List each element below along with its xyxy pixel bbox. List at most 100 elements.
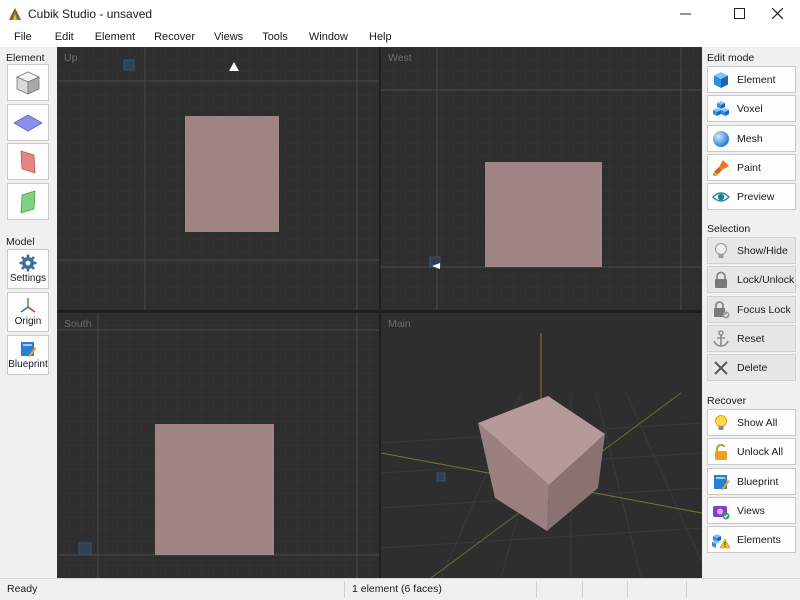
minimize-icon — [679, 13, 691, 15]
cube-element-tool[interactable] — [7, 64, 49, 101]
show-all-button[interactable]: Show All — [707, 409, 796, 436]
left-toolbox: Element Model Settings Origin Blueprint — [0, 47, 56, 578]
lock-unlock-label: Lock/Unlock — [737, 273, 795, 286]
status-ready-text: Ready — [7, 583, 38, 595]
gear-icon — [19, 254, 37, 272]
menu-bar: File Edit Element Recover Views Tools Wi… — [0, 27, 800, 47]
red-face-icon — [20, 149, 36, 174]
edit-mode-title: Edit mode — [707, 52, 755, 64]
lightbulb-off-icon — [715, 242, 727, 258]
sphere-icon — [713, 130, 729, 147]
viewport-south[interactable]: South — [57, 313, 379, 578]
viewport-divider-horizontal[interactable] — [57, 310, 702, 313]
menu-file[interactable]: File — [0, 27, 41, 47]
focus-lock-button[interactable]: Focus Lock — [707, 296, 796, 323]
status-separator — [536, 581, 537, 598]
unlock-all-button[interactable]: Unlock All — [707, 438, 796, 465]
paint-mode-button[interactable]: Paint — [707, 154, 796, 181]
preview-mode-label: Preview — [737, 190, 775, 203]
status-separator — [686, 581, 687, 598]
viewport-south-label: South — [64, 318, 92, 330]
app-logo-icon — [9, 7, 21, 20]
blueprint-icon — [714, 474, 730, 490]
maximize-icon — [733, 8, 745, 19]
blueprint-tool[interactable]: Blueprint — [7, 335, 49, 375]
viewport-up-label: Up — [64, 52, 78, 64]
reset-label: Reset — [737, 332, 765, 345]
recover-title: Recover — [707, 395, 747, 407]
menu-views[interactable]: Views — [204, 27, 252, 47]
viewport-west-grid — [381, 47, 702, 310]
axes-icon — [20, 298, 36, 313]
close-icon — [771, 8, 783, 19]
paint-mode-label: Paint — [737, 161, 761, 174]
origin-tool[interactable]: Origin — [7, 292, 49, 332]
recover-blueprint-label: Blueprint — [737, 475, 779, 488]
lock-unlock-button[interactable]: Lock/Unlock — [707, 266, 796, 293]
unlock-icon — [715, 443, 727, 460]
minimize-button[interactable] — [662, 0, 708, 27]
paintbrush-icon — [713, 159, 729, 176]
settings-label: Settings — [9, 273, 47, 284]
menu-recover[interactable]: Recover — [144, 27, 204, 47]
status-separator — [582, 581, 583, 598]
face-red-element-tool[interactable] — [7, 143, 49, 180]
delete-button[interactable]: Delete — [707, 354, 796, 381]
recover-elements-label: Elements — [737, 533, 781, 546]
viewport-west[interactable]: West — [381, 47, 702, 310]
viewport-main-label: Main — [388, 318, 411, 330]
delete-x-icon — [714, 360, 728, 375]
unlock-all-label: Unlock All — [737, 445, 784, 458]
viewport-west-label: West — [388, 52, 412, 64]
viewport-main-scene — [381, 313, 702, 578]
element-group-title: Element — [6, 52, 45, 64]
show-all-label: Show All — [737, 416, 778, 429]
delete-label: Delete — [737, 361, 768, 374]
mesh-mode-button[interactable]: Mesh — [707, 125, 796, 152]
blue-cube-icon — [714, 71, 728, 88]
status-element-count: 1 element (6 faces) — [352, 583, 442, 595]
status-separator — [627, 581, 628, 598]
right-panel: Edit mode Element Voxel Mesh Paint Previ… — [702, 47, 800, 578]
recover-elements-button[interactable]: Elements — [707, 526, 796, 553]
menu-help[interactable]: Help — [357, 27, 401, 47]
menu-tools[interactable]: Tools — [252, 27, 297, 47]
focus-lock-label: Focus Lock — [737, 303, 791, 316]
viewport-up[interactable]: Up — [57, 47, 379, 310]
recover-blueprint-button[interactable]: Blueprint — [707, 468, 796, 495]
menu-edit[interactable]: Edit — [41, 27, 83, 47]
model-group-title: Model — [6, 236, 35, 248]
camera-icon — [713, 505, 730, 519]
lightbulb-on-icon — [715, 414, 727, 430]
element-mode-button[interactable]: Element — [707, 66, 796, 93]
preview-mode-button[interactable]: Preview — [707, 183, 796, 210]
blueprint-icon — [21, 342, 37, 357]
status-bar: Ready 1 element (6 faces) — [0, 578, 800, 600]
elements-warning-icon — [712, 533, 730, 548]
window-title: Cubik Studio - unsaved — [28, 6, 153, 21]
viewport-south-grid — [57, 313, 379, 578]
voxel-mode-label: Voxel — [737, 102, 763, 115]
focus-lock-icon — [714, 300, 730, 318]
show-hide-button[interactable]: Show/Hide — [707, 237, 796, 264]
menu-element[interactable]: Element — [83, 27, 144, 47]
selection-title: Selection — [707, 223, 751, 235]
status-separator — [344, 581, 345, 598]
element-mode-label: Element — [737, 73, 776, 86]
blueprint-label: Blueprint — [8, 359, 48, 370]
menu-window[interactable]: Window — [297, 27, 357, 47]
settings-tool[interactable]: Settings — [7, 249, 49, 289]
plane-icon — [13, 114, 43, 131]
viewport-main[interactable]: Main — [381, 313, 702, 578]
voxel-icon — [713, 100, 729, 116]
cube-icon — [16, 71, 40, 95]
close-button[interactable] — [754, 0, 800, 27]
face-green-element-tool[interactable] — [7, 183, 49, 220]
recover-views-label: Views — [737, 504, 765, 517]
plane-element-tool[interactable] — [7, 104, 49, 141]
anchor-icon — [713, 329, 729, 347]
recover-views-button[interactable]: Views — [707, 497, 796, 524]
voxel-mode-button[interactable]: Voxel — [707, 95, 796, 122]
title-bar: Cubik Studio - unsaved — [0, 0, 800, 27]
reset-button[interactable]: Reset — [707, 325, 796, 352]
